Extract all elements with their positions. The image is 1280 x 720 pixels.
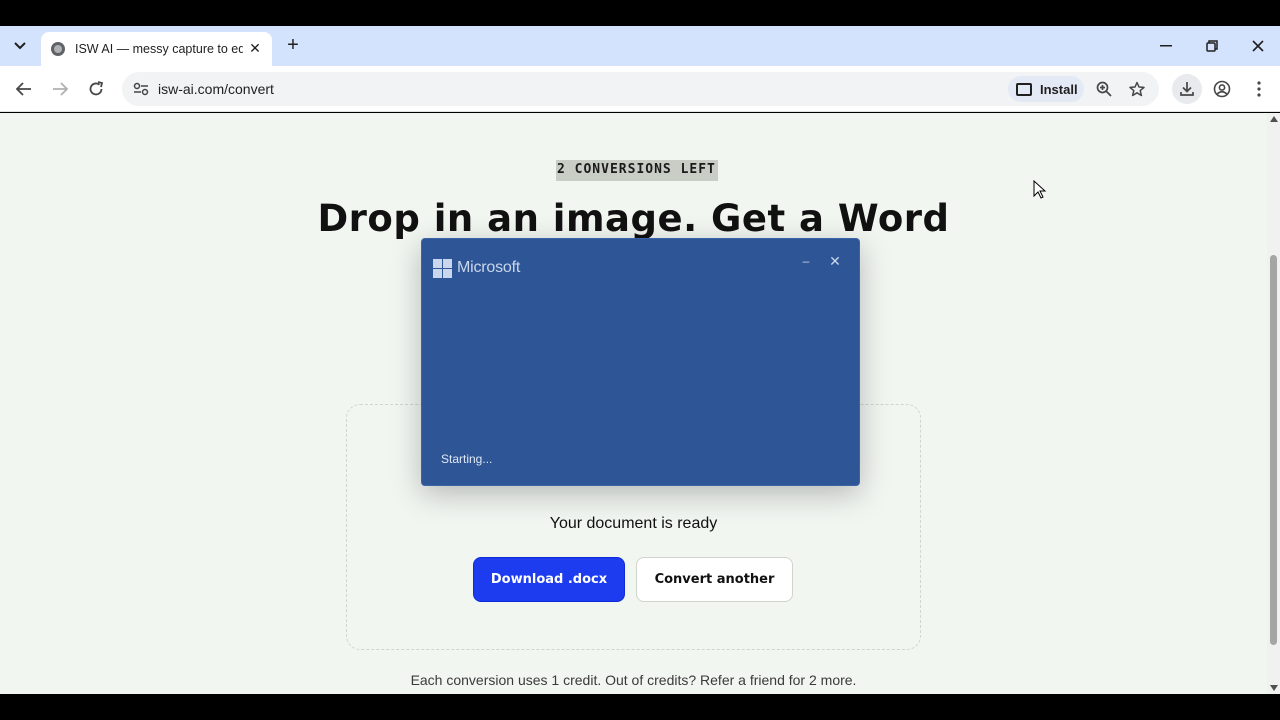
restore-button[interactable] — [1198, 32, 1226, 60]
credits-badge: 2 CONVERSIONS LEFT — [556, 160, 718, 181]
install-app-button[interactable]: Install — [1008, 76, 1084, 102]
site-settings-icon[interactable] — [132, 80, 150, 98]
zoom-icon[interactable] — [1094, 79, 1114, 99]
microsoft-brand: Microsoft — [457, 259, 521, 276]
splash-close-button[interactable]: ✕ — [827, 253, 843, 269]
convert-another-button[interactable]: Convert another — [636, 557, 793, 602]
bottom-letterbox — [0, 694, 1280, 720]
scroll-thumb[interactable] — [1270, 255, 1277, 645]
splash-status: Starting... — [441, 452, 493, 466]
url-text[interactable]: isw-ai.com/convert — [158, 81, 274, 97]
scroll-down-arrow-icon[interactable] — [1270, 685, 1278, 691]
address-bar[interactable]: isw-ai.com/convert Install — [122, 72, 1159, 106]
status-message: Your document is ready — [549, 515, 718, 532]
scroll-up-arrow-icon[interactable] — [1270, 116, 1278, 122]
menu-icon[interactable] — [1246, 76, 1272, 102]
new-tab-button[interactable]: + — [282, 33, 304, 57]
back-button[interactable] — [11, 76, 37, 102]
page-headline: Drop in an image. Get a Word — [317, 197, 950, 240]
tab-title: ISW AI — messy capture to edit — [75, 42, 243, 56]
install-icon — [1016, 82, 1032, 96]
tab-search-icon[interactable] — [8, 33, 32, 59]
profile-icon[interactable] — [1209, 76, 1235, 102]
tab-strip: ISW AI — messy capture to edit ✕ + — [0, 26, 1280, 66]
reload-button[interactable] — [83, 76, 109, 102]
browser-toolbar: isw-ai.com/convert Install — [0, 66, 1280, 112]
microsoft-splash-window[interactable]: Microsoft – ✕ Starting... — [421, 238, 860, 486]
minimize-button[interactable] — [1152, 32, 1180, 60]
credits-footnote: Each conversion uses 1 credit. Out of cr… — [410, 672, 857, 688]
bookmark-star-icon[interactable] — [1127, 79, 1147, 99]
install-label: Install — [1040, 81, 1078, 97]
microsoft-logo-icon — [433, 259, 453, 279]
window-close-button[interactable] — [1244, 32, 1272, 60]
forward-button[interactable] — [47, 76, 73, 102]
globe-icon — [51, 42, 65, 56]
splash-minimize-button[interactable]: – — [798, 253, 814, 269]
browser-tab[interactable]: ISW AI — messy capture to edit ✕ — [41, 32, 272, 66]
scrollbar[interactable] — [1267, 113, 1280, 694]
download-docx-button[interactable]: Download .docx — [473, 557, 625, 602]
top-letterbox — [0, 0, 1280, 26]
mouse-cursor-icon — [1033, 180, 1047, 199]
tab-close-icon[interactable]: ✕ — [246, 39, 264, 57]
download-icon[interactable] — [1172, 74, 1202, 104]
